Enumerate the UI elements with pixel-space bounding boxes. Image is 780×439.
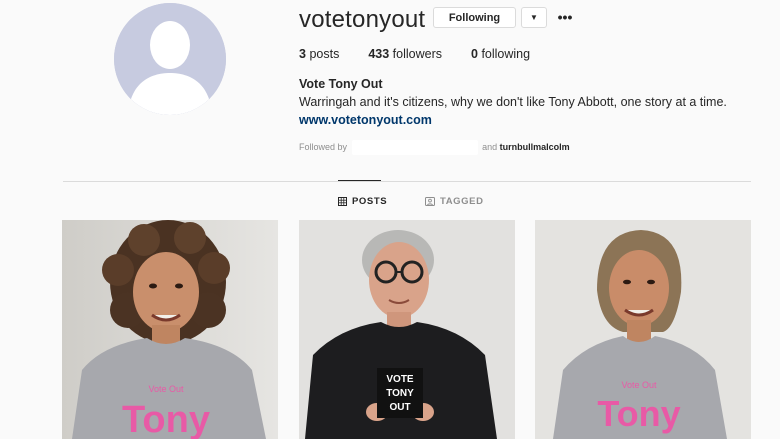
followed-by-line[interactable]: Followed by and turnbullmalcolm (299, 140, 570, 155)
followed-by-user[interactable]: turnbullmalcolm (500, 142, 570, 152)
profile-username: votetonyout (299, 6, 426, 33)
posts-count: 3 (299, 47, 306, 61)
post-thumbnail-3[interactable]: Vote Out Tony (535, 220, 751, 439)
posts-label: posts (309, 47, 340, 61)
tag-icon (425, 197, 435, 206)
sign-line-out: OUT (389, 402, 410, 413)
more-options-icon[interactable]: ••• (557, 8, 573, 26)
shirt-small-text-3: Vote Out (621, 380, 657, 390)
followers-count: 433 (368, 47, 390, 61)
tabs-divider (63, 181, 751, 182)
following-button[interactable]: Following (433, 7, 516, 28)
post-photo-2: VOTE TONY OUT (299, 220, 515, 439)
profile-full-name: Vote Tony Out (299, 77, 383, 91)
grid-icon (338, 197, 347, 206)
following-stat[interactable]: 0 following (471, 47, 530, 61)
tab-tagged-label: TAGGED (440, 196, 484, 207)
shirt-text-1: Tony (122, 399, 210, 439)
profile-website-link[interactable]: www.votetonyout.com (299, 113, 432, 127)
active-tab-indicator (338, 180, 381, 181)
post-thumbnail-2[interactable]: VOTE TONY OUT (299, 220, 515, 439)
shirt-text-3: Tony (597, 393, 680, 434)
sign-line-vote: VOTE (386, 374, 414, 385)
post-photo-3: Vote Out Tony (535, 220, 751, 439)
tab-tagged[interactable]: TAGGED (425, 196, 484, 207)
followed-by-prefix: Followed by (299, 141, 348, 152)
chevron-down-icon[interactable]: ▼ (521, 7, 547, 28)
sign-line-tony: TONY (386, 388, 414, 399)
shirt-small-text-1: Vote Out (148, 384, 184, 394)
following-count: 0 (471, 47, 478, 61)
followed-by-and: and (482, 141, 498, 152)
profile-bio: Warringah and it's citizens, why we don'… (299, 95, 727, 109)
post-photo-1: Vote Out Tony (62, 220, 278, 439)
posts-stat: 3 posts (299, 47, 339, 61)
tab-posts-label: POSTS (352, 196, 388, 207)
followers-label: followers (392, 47, 442, 61)
profile-stats: 3 posts 433 followers 0 following (299, 47, 530, 61)
post-thumbnail-1[interactable]: Vote Out Tony (62, 220, 278, 439)
followers-stat[interactable]: 433 followers (368, 47, 442, 61)
profile-avatar[interactable] (114, 3, 226, 115)
default-avatar-icon (114, 3, 226, 115)
following-label: following (481, 47, 531, 61)
tab-posts[interactable]: POSTS (338, 196, 387, 207)
redacted-follower (351, 140, 478, 155)
